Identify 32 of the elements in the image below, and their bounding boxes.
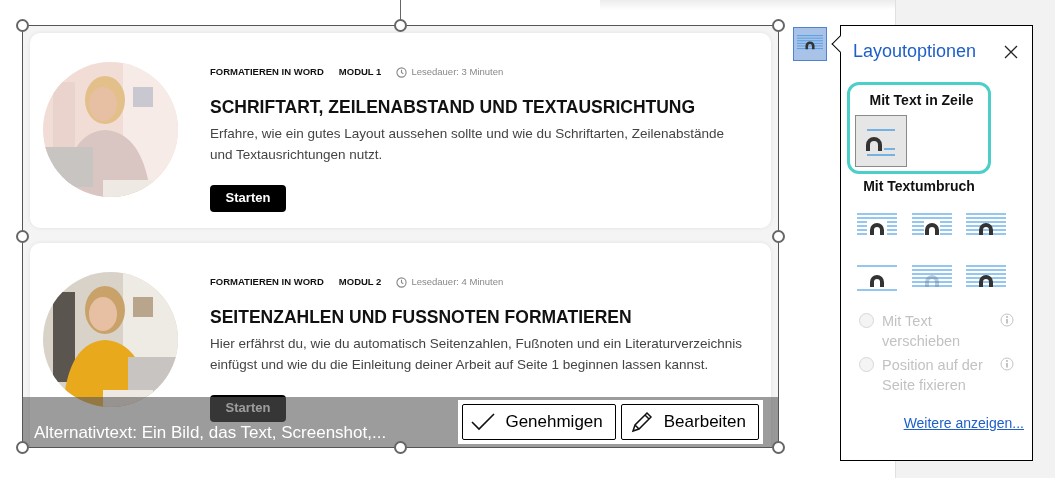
radio-label: Mit Text verschieben xyxy=(882,312,962,351)
radio-label: Position auf der Seite fixieren xyxy=(882,356,984,395)
reading-time: Lesedauer: 3 Minuten xyxy=(411,65,504,79)
layout-options-button[interactable] xyxy=(793,27,827,61)
wrap-option[interactable] xyxy=(855,115,907,167)
clock-icon xyxy=(396,66,408,78)
alt-text: Alternativtext: Ein Bild, das Text, Screenshot,... xyxy=(34,424,387,442)
resize-handle[interactable] xyxy=(15,18,29,32)
checkmark-icon xyxy=(471,412,496,432)
category-label: FORMATIEREN IN WORD xyxy=(210,65,324,79)
pencil-icon xyxy=(629,410,654,434)
module-label: MODUL 2 xyxy=(338,275,382,289)
course-title: SCHRIFTART, ZEILENABSTAND UND TEXTAUSRICHTUNG xyxy=(210,96,697,120)
start-button[interactable]: Starten xyxy=(210,394,286,422)
course-description: Erfahre, wie ein gutes Layout aussehen sollte und wie du Schriftarten, Zeilenabstände und Textausrichtungen nutzt. xyxy=(210,124,726,164)
show-more-link[interactable]: Weitere anzeigen... xyxy=(903,413,1024,434)
edit-button[interactable]: Bearbeiten xyxy=(620,404,759,440)
approve-button[interactable]: Genehmigen xyxy=(462,404,616,440)
start-button[interactable]: Starten xyxy=(210,184,286,212)
category-label: FORMATIEREN IN WORD xyxy=(210,275,324,289)
selected-image[interactable] xyxy=(22,25,779,448)
clock-icon xyxy=(396,276,408,288)
section-heading: Mit Textumbruch xyxy=(862,177,976,196)
resize-handle[interactable] xyxy=(771,18,785,32)
close-icon[interactable] xyxy=(1004,44,1018,59)
resize-handle[interactable] xyxy=(15,440,29,454)
section-heading: Mit Text in Zeile xyxy=(868,91,975,110)
course-title: SEITENZAHLEN UND FUSSNOTEN FORMATIEREN xyxy=(210,306,633,330)
panel-title: Layoutoptionen xyxy=(853,40,977,63)
course-description: Hier erfährst du, wie du automatisch Seitenzahlen, Fußnoten und ein Literaturverzeichnis einfügst und wie du die Einleitung deiner Arbeit auf Seite 1 beginnen lassen kannst. xyxy=(210,334,744,374)
module-label: MODUL 1 xyxy=(338,65,382,79)
reading-time: Lesedauer: 4 Minuten xyxy=(411,275,504,289)
